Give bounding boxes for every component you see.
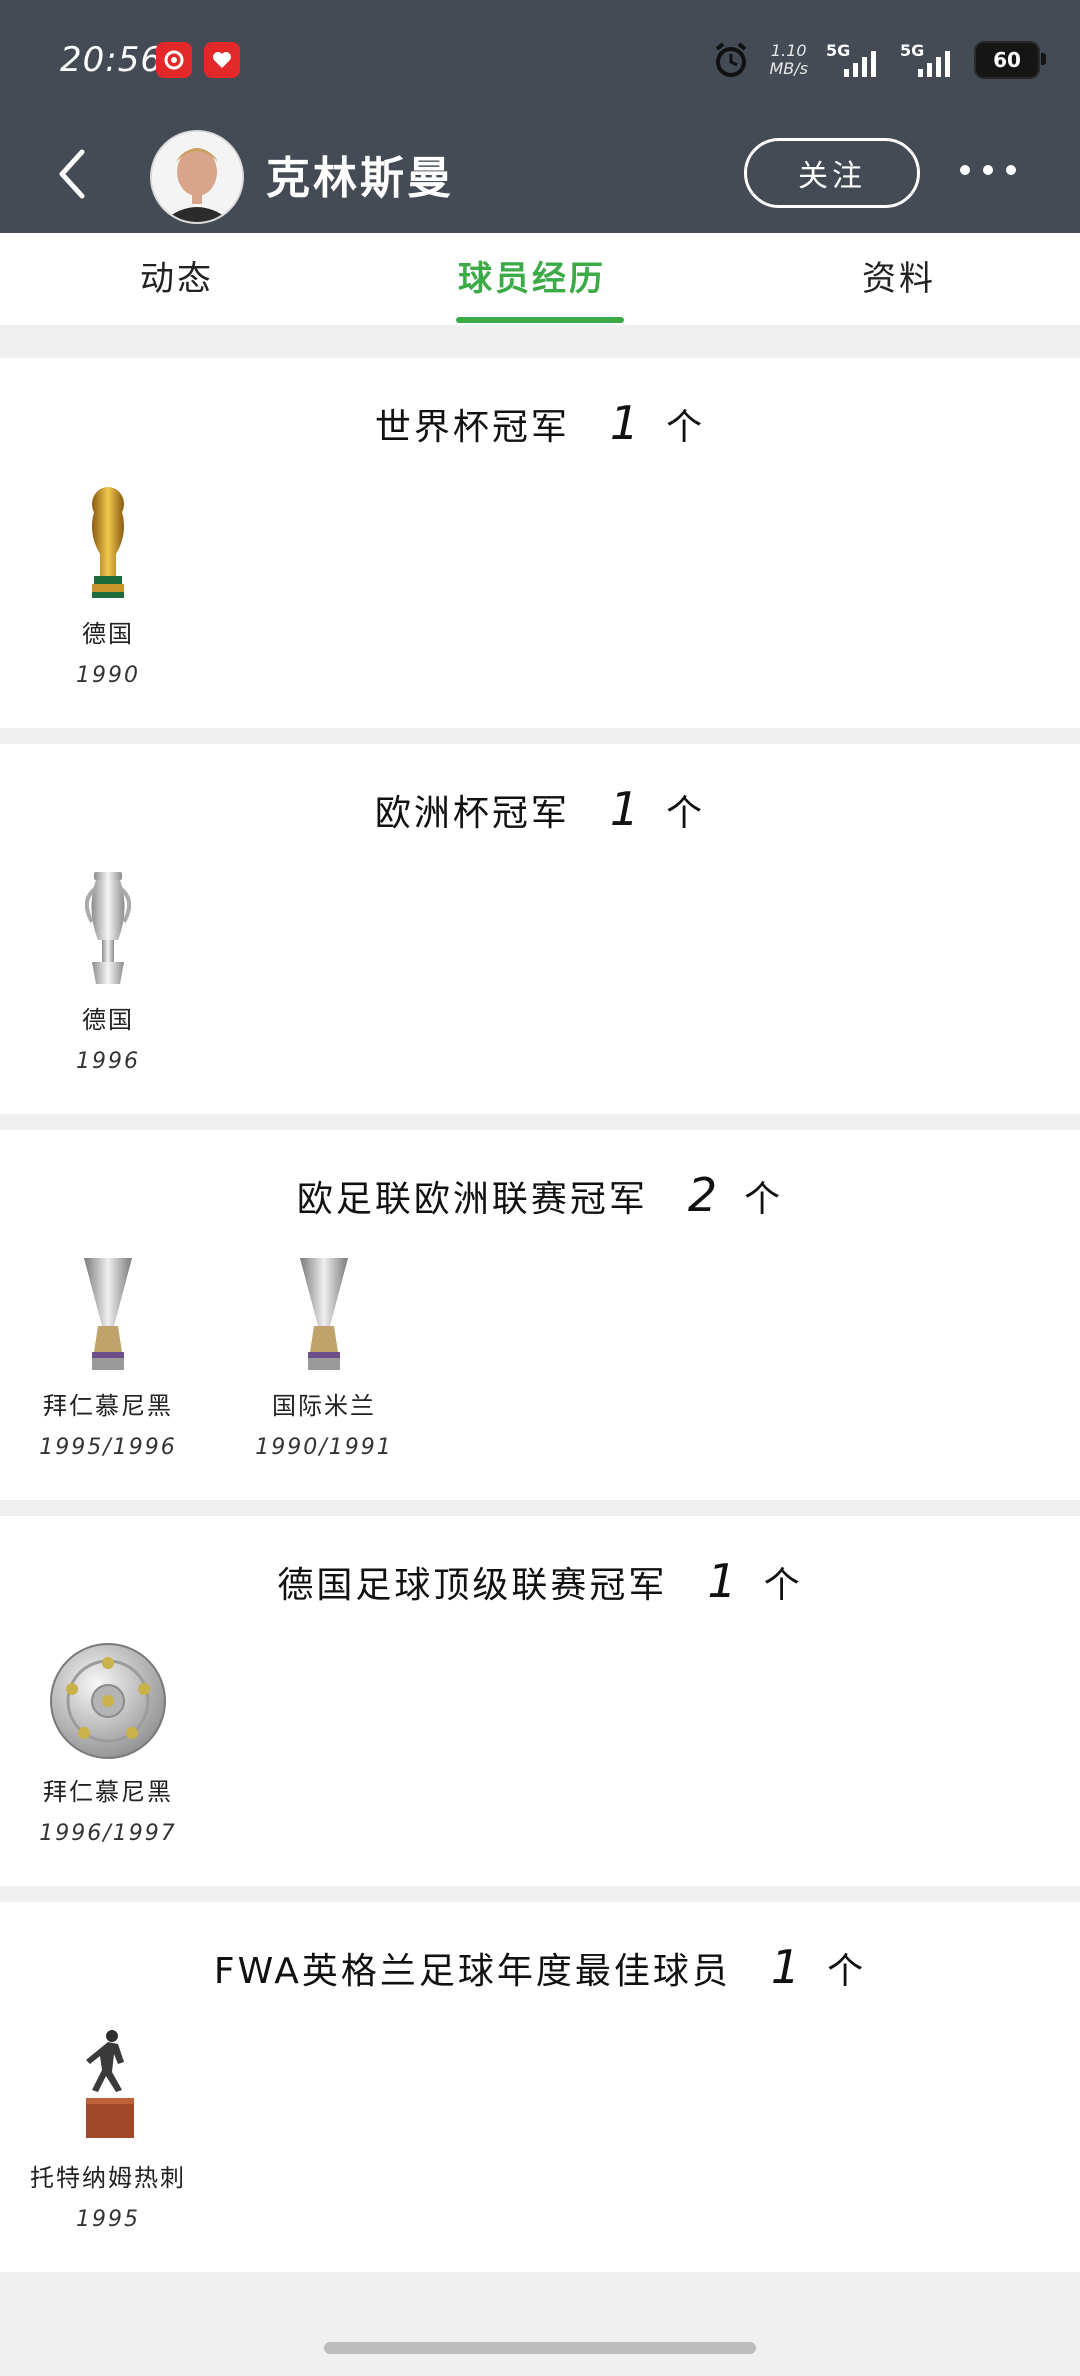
honor-unit: 个 bbox=[666, 407, 706, 448]
section-title: FWA英格兰足球年度最佳球员 1 个 bbox=[0, 1940, 1080, 1994]
trophy-item[interactable]: 托特纳姆热刺 1995 bbox=[8, 2022, 208, 2232]
trophy-team: 德国 bbox=[82, 620, 134, 648]
honor-unit: 个 bbox=[763, 1565, 803, 1606]
honor-count: 2 bbox=[687, 1168, 721, 1222]
honor-title: 德国足球顶级联赛冠军 bbox=[277, 1565, 668, 1606]
trophy-team: 国际米兰 bbox=[272, 1392, 376, 1420]
tab-dynamics[interactable]: 动态 bbox=[140, 251, 214, 300]
sim1-label: 5G bbox=[826, 41, 851, 60]
honor-count: 1 bbox=[609, 396, 643, 450]
honor-section-bundesliga: 德国足球顶级联赛冠军 1 个 拜仁慕尼黑 1996/1997 bbox=[0, 1516, 1080, 1886]
honor-unit: 个 bbox=[827, 1951, 867, 1992]
trophy-item[interactable]: 德国 1996 bbox=[8, 864, 208, 1074]
title-bar: 克林斯曼 关注 bbox=[0, 120, 1080, 233]
section-title: 欧足联欧洲联赛冠军 2 个 bbox=[0, 1168, 1080, 1222]
honor-section-euro: 欧洲杯冠军 1 个 德国 1996 bbox=[0, 744, 1080, 1114]
world-cup-trophy-icon bbox=[8, 478, 208, 608]
section-title: 世界杯冠军 1 个 bbox=[0, 396, 1080, 450]
active-tab-indicator bbox=[456, 317, 624, 323]
home-indicator[interactable] bbox=[324, 2342, 756, 2354]
honor-unit: 个 bbox=[744, 1179, 784, 1220]
trophy-year: 1995/1996 bbox=[39, 1435, 177, 1460]
trophy-year: 1995 bbox=[76, 2207, 140, 2232]
trophy-item[interactable]: 国际米兰 1990/1991 bbox=[224, 1250, 424, 1460]
network-speed-value: 1.10 bbox=[770, 41, 807, 60]
bundesliga-shield-icon bbox=[8, 1636, 208, 1766]
trophy-item[interactable]: 德国 1990 bbox=[8, 478, 208, 688]
alarm-icon bbox=[716, 42, 747, 77]
header: 20:56 1.10 MB/s 5G 5G 60 克林斯曼 关注 bbox=[0, 0, 1080, 233]
app-notification-icon bbox=[204, 42, 240, 78]
status-time: 20:56 bbox=[60, 40, 163, 80]
honor-count: 1 bbox=[609, 782, 643, 836]
honor-title: 欧洲杯冠军 bbox=[374, 793, 570, 834]
tab-bar: 动态 球员经历 资料 bbox=[0, 233, 1080, 325]
fwa-statuette-icon bbox=[8, 2022, 208, 2152]
trophy-team: 拜仁慕尼黑 bbox=[43, 1392, 173, 1420]
status-indicators: 1.10 MB/s 5G 5G 60 bbox=[711, 38, 1046, 82]
section-title: 欧洲杯冠军 1 个 bbox=[0, 782, 1080, 836]
status-bar: 20:56 1.10 MB/s 5G 5G 60 bbox=[0, 0, 1080, 120]
trophy-team: 拜仁慕尼黑 bbox=[43, 1778, 173, 1806]
sim2-label: 5G bbox=[900, 41, 925, 60]
signal-strength-sim2: 5G bbox=[900, 41, 956, 77]
trophy-team: 德国 bbox=[82, 1006, 134, 1034]
uefa-cup-trophy-icon bbox=[8, 1250, 208, 1380]
network-speed-unit: MB/s bbox=[769, 59, 808, 78]
uefa-cup-trophy-icon bbox=[224, 1250, 424, 1380]
back-arrow-icon[interactable] bbox=[52, 144, 92, 204]
trophy-team: 托特纳姆热刺 bbox=[30, 2164, 186, 2192]
honor-section-uefa-cup: 欧足联欧洲联赛冠军 2 个 拜仁慕尼黑 1995/1996 国际米兰 1990/… bbox=[0, 1130, 1080, 1500]
honor-count: 1 bbox=[770, 1940, 804, 1994]
honor-unit: 个 bbox=[666, 793, 706, 834]
honor-title: 世界杯冠军 bbox=[374, 407, 570, 448]
honor-section-fwa: FWA英格兰足球年度最佳球员 1 个 托特纳姆热刺 1995 bbox=[0, 1902, 1080, 2272]
player-career-page: 20:56 1.10 MB/s 5G 5G 60 克林斯曼 关注 动态 球员经历… bbox=[0, 0, 1080, 2376]
trophy-item[interactable]: 拜仁慕尼黑 1996/1997 bbox=[8, 1636, 208, 1846]
signal-strength-sim1: 5G bbox=[826, 41, 882, 77]
tab-player-career[interactable]: 球员经历 bbox=[458, 251, 606, 300]
more-options-icon[interactable] bbox=[960, 160, 1016, 180]
tab-profile[interactable]: 资料 bbox=[862, 251, 936, 300]
trophy-year: 1990/1991 bbox=[255, 1435, 393, 1460]
euro-cup-trophy-icon bbox=[8, 864, 208, 994]
battery-indicator: 60 bbox=[974, 41, 1046, 79]
trophy-year: 1990 bbox=[76, 663, 140, 688]
section-title: 德国足球顶级联赛冠军 1 个 bbox=[0, 1554, 1080, 1608]
netease-music-icon bbox=[156, 42, 192, 78]
honor-count: 1 bbox=[707, 1554, 740, 1608]
trophy-item[interactable]: 拜仁慕尼黑 1995/1996 bbox=[8, 1250, 208, 1460]
honor-section-world-cup: 世界杯冠军 1 个 德国 1990 bbox=[0, 358, 1080, 728]
honor-title: 欧足联欧洲联赛冠军 bbox=[296, 1179, 648, 1220]
trophy-year: 1996/1997 bbox=[39, 1821, 177, 1846]
honor-title: FWA英格兰足球年度最佳球员 bbox=[213, 1951, 731, 1992]
follow-button[interactable]: 关注 bbox=[744, 138, 920, 208]
player-avatar bbox=[150, 130, 244, 224]
player-name: 克林斯曼 bbox=[266, 153, 454, 204]
trophy-year: 1996 bbox=[76, 1049, 140, 1074]
network-speed: 1.10 MB/s bbox=[769, 42, 808, 78]
